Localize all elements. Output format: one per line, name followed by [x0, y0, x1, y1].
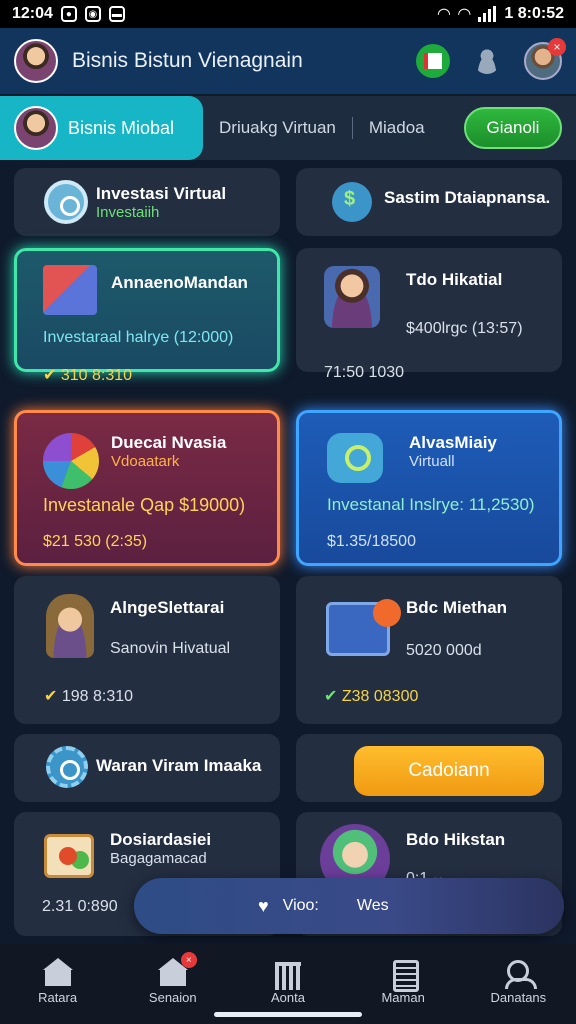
card-title: Duecai Nvasia	[111, 433, 227, 452]
card-foot: $1.35/18500	[327, 533, 416, 550]
home-icon	[42, 958, 73, 986]
search-icon	[44, 180, 88, 224]
money-icon	[332, 182, 372, 222]
notification-badge: ×	[180, 952, 197, 968]
card-foot: 71:50 1030	[324, 364, 405, 381]
wifi-icon: ◠	[437, 6, 451, 23]
card-subtitle: Virtuall	[409, 453, 455, 470]
location-icon: ◉	[84, 6, 101, 22]
card-title: Dosiardasiei	[110, 830, 212, 849]
card-subtitle: Bagagamacad	[110, 850, 207, 867]
floating-action-pill[interactable]: ♥ Vioo: Wes	[134, 878, 564, 934]
cadoiann-button[interactable]: Cadoiann	[354, 746, 544, 796]
avatar[interactable]	[14, 39, 58, 83]
home-indicator[interactable]	[214, 1012, 362, 1017]
check-icon: ✔	[324, 688, 338, 705]
card-sastim[interactable]: Sastim Dtaiapnansa.	[296, 168, 562, 236]
nav-item-aonta[interactable]: Aonta	[240, 958, 336, 1005]
pill-right-label: Wes	[356, 897, 389, 914]
card-foot: ✔ Z38 08300	[324, 688, 419, 705]
card-subtitle: Investaiih	[96, 204, 160, 221]
pie-chart-icon	[43, 433, 99, 489]
card-title: AlngeSlettarai	[110, 598, 225, 617]
tab-miadoa[interactable]: Miadoa	[369, 118, 425, 138]
nav-item-danatans[interactable]: Danatans	[470, 958, 566, 1005]
bank-icon	[273, 958, 303, 990]
nav-label: Senaion	[148, 990, 197, 1005]
food-icon	[44, 834, 94, 878]
tab-divider	[351, 117, 353, 139]
card-value: 5020 000d	[406, 642, 482, 659]
card-investment-line: Investanale Qap $19000)	[43, 495, 246, 515]
tab-bar: Bisnis Miobal Driuakg Virtuan Miadoa Gia…	[0, 96, 576, 160]
nav-item-maman[interactable]: Maman	[355, 958, 451, 1005]
person-icon	[324, 266, 380, 328]
card-title: Bdo Hikstan	[406, 830, 506, 849]
card-title: Bdc Miethan	[406, 598, 508, 617]
user-icon[interactable]	[470, 44, 504, 78]
close-badge[interactable]: ×	[548, 38, 566, 56]
card-cadoiann: Cadoiann	[296, 734, 562, 802]
card-tdo-hikatial[interactable]: Tdo Hikatial $400lrgc (13:57) 71:50 1030	[296, 248, 562, 381]
card-duecai-nvasia[interactable]: Duecai Nvasia Vdoaatark Investanale Qap …	[14, 410, 280, 566]
card-title: Waran Viram Imaaka	[96, 756, 262, 775]
status-time: 12:04	[12, 5, 53, 22]
card-investment-line: Investaraal halrye (12:000)	[43, 329, 234, 346]
gear-icon	[46, 746, 88, 788]
card-title: Investasi Virtual	[96, 184, 227, 203]
card-subtitle: Vdoaatark	[111, 453, 180, 470]
card-alngeslettarai[interactable]: AlngeSlettarai Sanovin Hivatual ✔ 198 8:…	[14, 576, 280, 724]
board-icon	[326, 599, 401, 656]
card-investment-line: Investanal Inslrye: 11,2530)	[327, 495, 535, 514]
card-line: Sanovin Hivatual	[110, 640, 231, 657]
card-foot: 2.31 0:890	[42, 898, 118, 915]
check-icon: ✔	[43, 367, 57, 384]
card-title: Tdo Hikatial	[406, 270, 503, 289]
nav-label: Maman	[381, 990, 425, 1005]
card-bdc-miethan[interactable]: Bdc Miethan 5020 000d ✔ Z38 08300	[296, 576, 562, 724]
status-bar: 12:04 ● ◉ ▬ ◠ ◠ 1 8:0:52	[0, 0, 576, 28]
tab-label: Bisnis Miobal	[68, 117, 175, 138]
magnifier-icon	[327, 433, 383, 483]
card-value: $400lrgc (13:57)	[406, 320, 523, 337]
card-foot: ✔ 198 8:310	[44, 688, 134, 705]
teacher-icon	[46, 594, 94, 658]
tab-bisnis-miobal[interactable]: Bisnis Miobal	[0, 96, 203, 160]
wifi-icon-2: ◠	[458, 6, 471, 23]
signal-icon	[478, 6, 497, 22]
nav-label: Aonta	[270, 990, 305, 1005]
card-title: AlvasMiaiy	[409, 433, 497, 452]
nav-item-ratara[interactable]: Ratara	[10, 958, 106, 1005]
nav-item-senaion[interactable]: × Senaion	[125, 952, 221, 1005]
page-title: Bisnis Bistun Vienagnain	[72, 49, 303, 72]
card-annaenomandan[interactable]: AnnaenoMandan Investaraal halrye (12:000…	[14, 248, 280, 384]
card-waran-viram[interactable]: Waran Viram Imaaka	[14, 734, 280, 802]
status-clock: 1 8:0:52	[504, 5, 564, 22]
gianoli-button[interactable]: Gianoli	[464, 107, 562, 149]
tab-avatar	[14, 106, 58, 150]
profile-avatar[interactable]: ×	[524, 38, 566, 80]
document-icon	[388, 958, 420, 992]
card-investasi-virtual[interactable]: Investasi Virtual Investaiih	[14, 168, 280, 236]
notification-icon: ●	[60, 6, 77, 22]
card-title: AnnaenoMandan	[111, 273, 248, 292]
check-icon: ✔	[44, 688, 58, 705]
message-icon: ▬	[108, 6, 125, 22]
card-alvasmiaiy[interactable]: AlvasMiaiy Virtuall Investanal Inslrye: …	[296, 410, 562, 566]
app-header: Bisnis Bistun Vienagnain ×	[0, 28, 576, 94]
profile-search-icon	[503, 958, 538, 989]
card-title: Sastim Dtaiapnansa.	[384, 188, 551, 207]
tab-driuakg-virtuan[interactable]: Driuakg Virtuan	[219, 118, 336, 138]
flag-icon[interactable]	[416, 44, 450, 78]
heart-icon: ♥	[258, 895, 269, 916]
card-foot: $21 530 (2:35)	[43, 533, 148, 550]
nav-label: Ratara	[38, 990, 78, 1005]
nav-label: Danatans	[490, 990, 547, 1005]
card-foot: ✔ 310 8:310	[43, 367, 133, 384]
chart-tent-icon	[43, 265, 97, 315]
pill-left-label: Vioo:	[282, 897, 319, 914]
